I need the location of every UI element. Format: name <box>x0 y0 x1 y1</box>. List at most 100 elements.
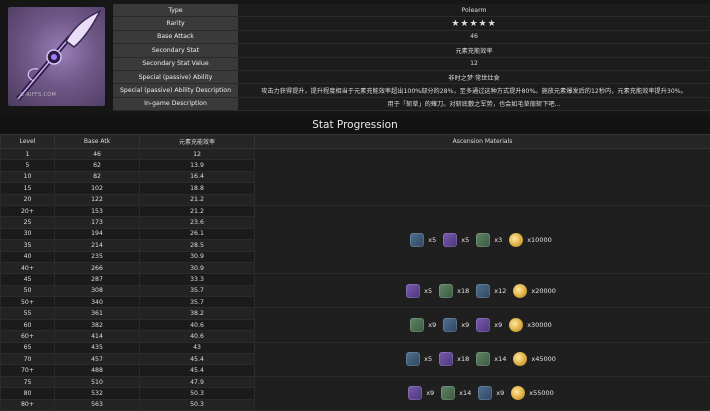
base-atk-cell: 235 <box>55 251 140 262</box>
level-cell: 20 <box>1 194 55 205</box>
secondary-stat-cell: 50.3 <box>140 399 255 410</box>
elite-drop-icon[interactable] <box>443 233 457 247</box>
secondary-stat-cell: 30.9 <box>140 262 255 273</box>
col-header-base-atk: Base Atk <box>55 135 140 149</box>
secondary-stat-cell: 23.6 <box>140 217 255 228</box>
info-value: 元素充能效率 <box>238 44 710 57</box>
elite-drop-icon[interactable] <box>441 386 455 400</box>
level-cell: 80 <box>1 388 55 399</box>
mora-icon[interactable] <box>513 352 527 366</box>
base-atk-cell: 173 <box>55 217 140 228</box>
info-value: 用于「斩草」的薙刀。对斩底敷之军势，也会如毛草般斩下吧... <box>238 97 710 110</box>
ascension-materials-cell: x5x18x12x20000 <box>255 274 710 308</box>
base-atk-cell: 102 <box>55 183 140 194</box>
info-key: Rarity <box>113 17 238 30</box>
stat-progression-table: Level Base Atk 元素充能效率 Ascension Material… <box>0 134 710 411</box>
materials-empty <box>255 149 710 206</box>
info-key: Special (passive) Ability <box>113 70 238 83</box>
info-value: Polearm <box>238 4 710 17</box>
secondary-stat-cell: 16.4 <box>140 171 255 182</box>
info-row: Rarity★★★★★ <box>113 17 710 30</box>
weapon-image: G-RIFFS.COM <box>8 7 105 106</box>
elite-drop-icon[interactable] <box>439 352 453 366</box>
base-atk-cell: 414 <box>55 331 140 342</box>
material-count: x5 <box>424 355 432 363</box>
base-atk-cell: 308 <box>55 285 140 296</box>
common-drop-icon[interactable] <box>476 233 490 247</box>
mora-icon[interactable] <box>511 386 525 400</box>
mora-icon[interactable] <box>509 233 523 247</box>
elite-drop-icon[interactable] <box>439 284 453 298</box>
base-atk-cell: 340 <box>55 297 140 308</box>
domain-material-icon[interactable] <box>408 386 422 400</box>
secondary-stat-cell: 35.7 <box>140 285 255 296</box>
domain-material-icon[interactable] <box>406 352 420 366</box>
level-cell: 20+ <box>1 205 55 216</box>
material-count: x18 <box>457 355 469 363</box>
material-count: x9 <box>496 389 504 397</box>
secondary-stat-cell: 21.2 <box>140 205 255 216</box>
secondary-stat-cell: 30.9 <box>140 251 255 262</box>
info-key: Secondary Stat <box>113 44 238 57</box>
level-cell: 1 <box>1 149 55 160</box>
table-row: 6543543x5x18x14x45000 <box>1 342 710 353</box>
level-cell: 15 <box>1 183 55 194</box>
info-row: Base Attack46 <box>113 30 710 43</box>
common-drop-icon[interactable] <box>476 352 490 366</box>
secondary-stat-cell: 40.6 <box>140 331 255 342</box>
common-drop-icon[interactable] <box>476 318 490 332</box>
secondary-stat-cell: 33.3 <box>140 274 255 285</box>
material-count: x10000 <box>527 236 552 244</box>
info-value: 攻击力获得提升，提升程度相当于元素充能效率超出100%部分的28%，至多通过这种… <box>238 84 710 97</box>
info-key: In-game Description <box>113 97 238 110</box>
mora-icon[interactable] <box>509 318 523 332</box>
col-header-ascension-materials: Ascension Materials <box>255 135 710 149</box>
ascension-materials-cell: x9x14x9x55000 <box>255 376 710 410</box>
table-row: 14612 <box>1 149 710 160</box>
material-count: x9 <box>426 389 434 397</box>
material-count: x14 <box>494 355 506 363</box>
material-count: x12 <box>494 287 506 295</box>
base-atk-cell: 46 <box>55 149 140 160</box>
info-row: Secondary Stat Value12 <box>113 57 710 70</box>
rarity-stars: ★★★★★ <box>238 17 710 30</box>
domain-material-icon[interactable] <box>410 318 424 332</box>
info-key: Secondary Stat Value <box>113 57 238 70</box>
mora-icon[interactable] <box>513 284 527 298</box>
stat-progression-title: Stat Progression <box>0 116 710 134</box>
base-atk-cell: 82 <box>55 171 140 182</box>
level-cell: 65 <box>1 342 55 353</box>
level-cell: 50 <box>1 285 55 296</box>
info-value: 12 <box>238 57 710 70</box>
domain-material-icon[interactable] <box>410 233 424 247</box>
material-count: x9 <box>428 321 436 329</box>
material-count: x18 <box>457 287 469 295</box>
common-drop-icon[interactable] <box>476 284 490 298</box>
info-key: Base Attack <box>113 30 238 43</box>
info-row: Special (passive) Ability非时之梦·常世灶食 <box>113 70 710 83</box>
secondary-stat-cell: 21.2 <box>140 194 255 205</box>
base-atk-cell: 361 <box>55 308 140 319</box>
table-row: 20+15321.2x5x5x3x10000 <box>1 205 710 216</box>
domain-material-icon[interactable] <box>406 284 420 298</box>
level-cell: 75 <box>1 376 55 387</box>
base-atk-cell: 62 <box>55 160 140 171</box>
level-cell: 10 <box>1 171 55 182</box>
base-atk-cell: 122 <box>55 194 140 205</box>
level-cell: 60+ <box>1 331 55 342</box>
table-row: 5536138.2x9x9x9x30000 <box>1 308 710 319</box>
level-cell: 50+ <box>1 297 55 308</box>
material-count: x9 <box>461 321 469 329</box>
ascension-materials-cell: x5x5x3x10000 <box>255 205 710 273</box>
ascension-materials-cell: x5x18x14x45000 <box>255 342 710 376</box>
base-atk-cell: 488 <box>55 365 140 376</box>
secondary-stat-cell: 47.9 <box>140 376 255 387</box>
material-count: x30000 <box>527 321 552 329</box>
common-drop-icon[interactable] <box>478 386 492 400</box>
secondary-stat-cell: 43 <box>140 342 255 353</box>
ascension-materials-cell: x9x9x9x30000 <box>255 308 710 342</box>
material-count: x5 <box>424 287 432 295</box>
base-atk-cell: 563 <box>55 399 140 410</box>
elite-drop-icon[interactable] <box>443 318 457 332</box>
level-cell: 25 <box>1 217 55 228</box>
